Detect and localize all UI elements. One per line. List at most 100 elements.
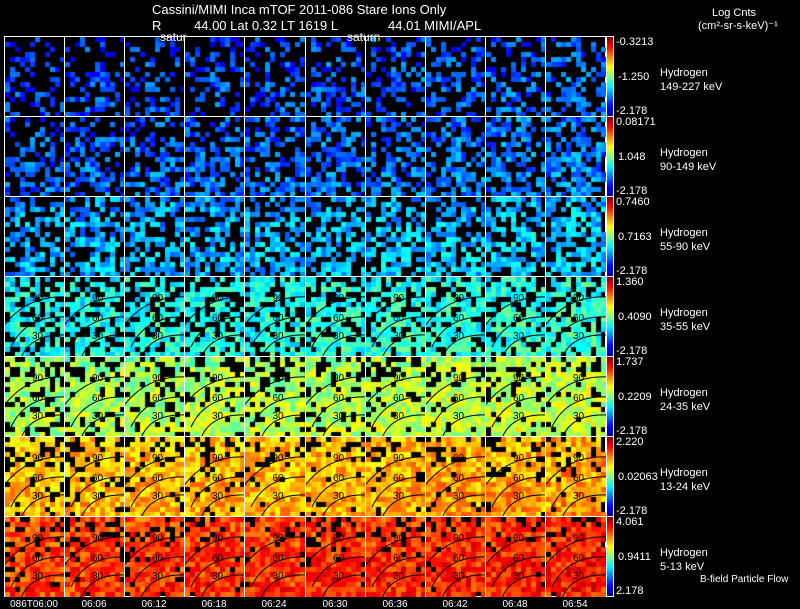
spectrogram-panel: 90 60 30 [244,356,306,437]
spectrogram-panel [485,196,546,277]
contour-label: 90 [212,453,224,464]
spectrogram-panel: 90 60 30 [305,276,366,357]
spectrogram-panel: 90 60 30 [244,516,306,597]
contour-overlay: 90 60 30 [486,533,546,597]
contour-label: 60 [32,393,44,404]
contour-label: 60 [272,473,284,484]
contour-overlay: 90 60 30 [306,373,366,437]
contour-label: 90 [333,373,345,384]
energy-range-label: 5-13 keV [660,561,705,573]
pixel-map [366,37,426,117]
contour-overlay: 90 60 30 [245,293,306,357]
spectrogram-panel: 90 60 30 [425,516,486,597]
spectrogram-panel [244,196,306,277]
spectrogram-panel: 90 60 30 [124,436,185,517]
contour-label: 30 [393,491,405,502]
time-tick-label: 086T06:00 [10,599,58,609]
colorbar [606,36,614,117]
pixel-map [5,117,65,197]
contour-label: 90 [272,373,284,384]
spectrogram-panel: 90 60 30 [244,436,306,517]
spectrogram-panel: 90 60 30 [365,516,426,597]
colorbar [606,116,614,197]
pixel-map [5,197,65,277]
contour-overlay: 90 60 30 [426,293,486,357]
pixel-map [306,37,366,117]
contour-label: 60 [32,553,44,564]
contour-overlay: 90 60 30 [366,453,426,517]
spectrogram-panel: 90 60 30 [64,516,125,597]
contour-label: 30 [272,411,284,422]
contour-overlay: 90 60 30 [306,293,366,357]
contour-overlay: 90 60 30 [366,293,426,357]
energy-range-label: 55-90 keV [660,241,711,253]
contour-label: 60 [333,473,345,484]
species-label: Hydrogen [660,227,708,239]
pixel-map [486,117,546,197]
contour-label: 90 [32,373,44,384]
spectrogram-panel [305,36,366,117]
contour-label: 90 [32,293,44,304]
spectrogram-panel: 90 60 30 [485,276,546,357]
contour-label: 30 [92,571,104,582]
contour-overlay: 90 60 30 [486,453,546,517]
spectrogram-panel [4,196,65,277]
overlay-label-satur: satur [160,30,187,44]
contour-overlay: 90 60 30 [546,453,606,517]
spectrogram-panel [545,116,606,197]
overlay-label-saturn: saturn [347,30,381,44]
contour-label: 90 [32,533,44,544]
contour-label: 30 [32,491,44,502]
contour-label: 30 [333,491,345,502]
contour-label: 60 [333,313,345,324]
contour-label: 60 [92,473,104,484]
contour-label: 30 [513,331,525,342]
contour-label: 60 [513,313,525,324]
contour-label: 60 [92,393,104,404]
pixel-map [426,37,486,117]
contour-label: 90 [453,533,465,544]
contour-overlay: 90 60 30 [306,533,366,597]
contour-overlay: 90 60 30 [65,293,125,357]
contour-label: 90 [212,533,224,544]
pixel-map [546,197,606,277]
species-label: Hydrogen [660,547,708,559]
contour-label: 60 [513,473,525,484]
contour-label: 30 [453,411,465,422]
contour-overlay: 90 60 30 [5,293,65,357]
pixel-map [185,117,245,197]
contour-label: 30 [573,491,585,502]
contour-label: 30 [152,491,164,502]
contour-label: 60 [32,313,44,324]
spectrogram-panel: 90 60 30 [485,516,546,597]
time-tick-label: 06:18 [201,599,227,609]
pixel-map [366,197,426,277]
colorbar [606,196,614,277]
contour-label: 90 [152,453,164,464]
spectrogram-panel: 90 60 30 [64,276,125,357]
contour-label: 30 [212,491,224,502]
contour-label: 90 [513,533,525,544]
contour-label: 30 [92,331,104,342]
contour-label: 30 [212,331,224,342]
pixel-map [546,117,606,197]
colorbar [606,356,614,437]
contour-label: 30 [453,491,465,502]
energy-range-label: 149-227 keV [660,81,723,93]
contour-label: 90 [152,533,164,544]
spectrogram-panel [305,116,366,197]
contour-label: 30 [152,411,164,422]
contour-label: 90 [573,533,585,544]
colorbar-max-label: 0.7460 [616,196,650,208]
contour-overlay: 90 60 30 [125,533,185,597]
contour-label: 60 [393,393,405,404]
spectrogram-panel: 90 60 30 [425,276,486,357]
spectrogram-panel [365,196,426,277]
contour-label: 60 [573,473,585,484]
colorbar-title-2: (cm²-sr-s-keV)⁻¹ [698,20,778,32]
spectrogram-panel: 90 60 30 [184,276,245,357]
contour-overlay: 90 60 30 [546,373,606,437]
spectrogram-panel: 90 60 30 [545,356,606,437]
spectrogram-panel [485,116,546,197]
contour-label: 30 [393,411,405,422]
